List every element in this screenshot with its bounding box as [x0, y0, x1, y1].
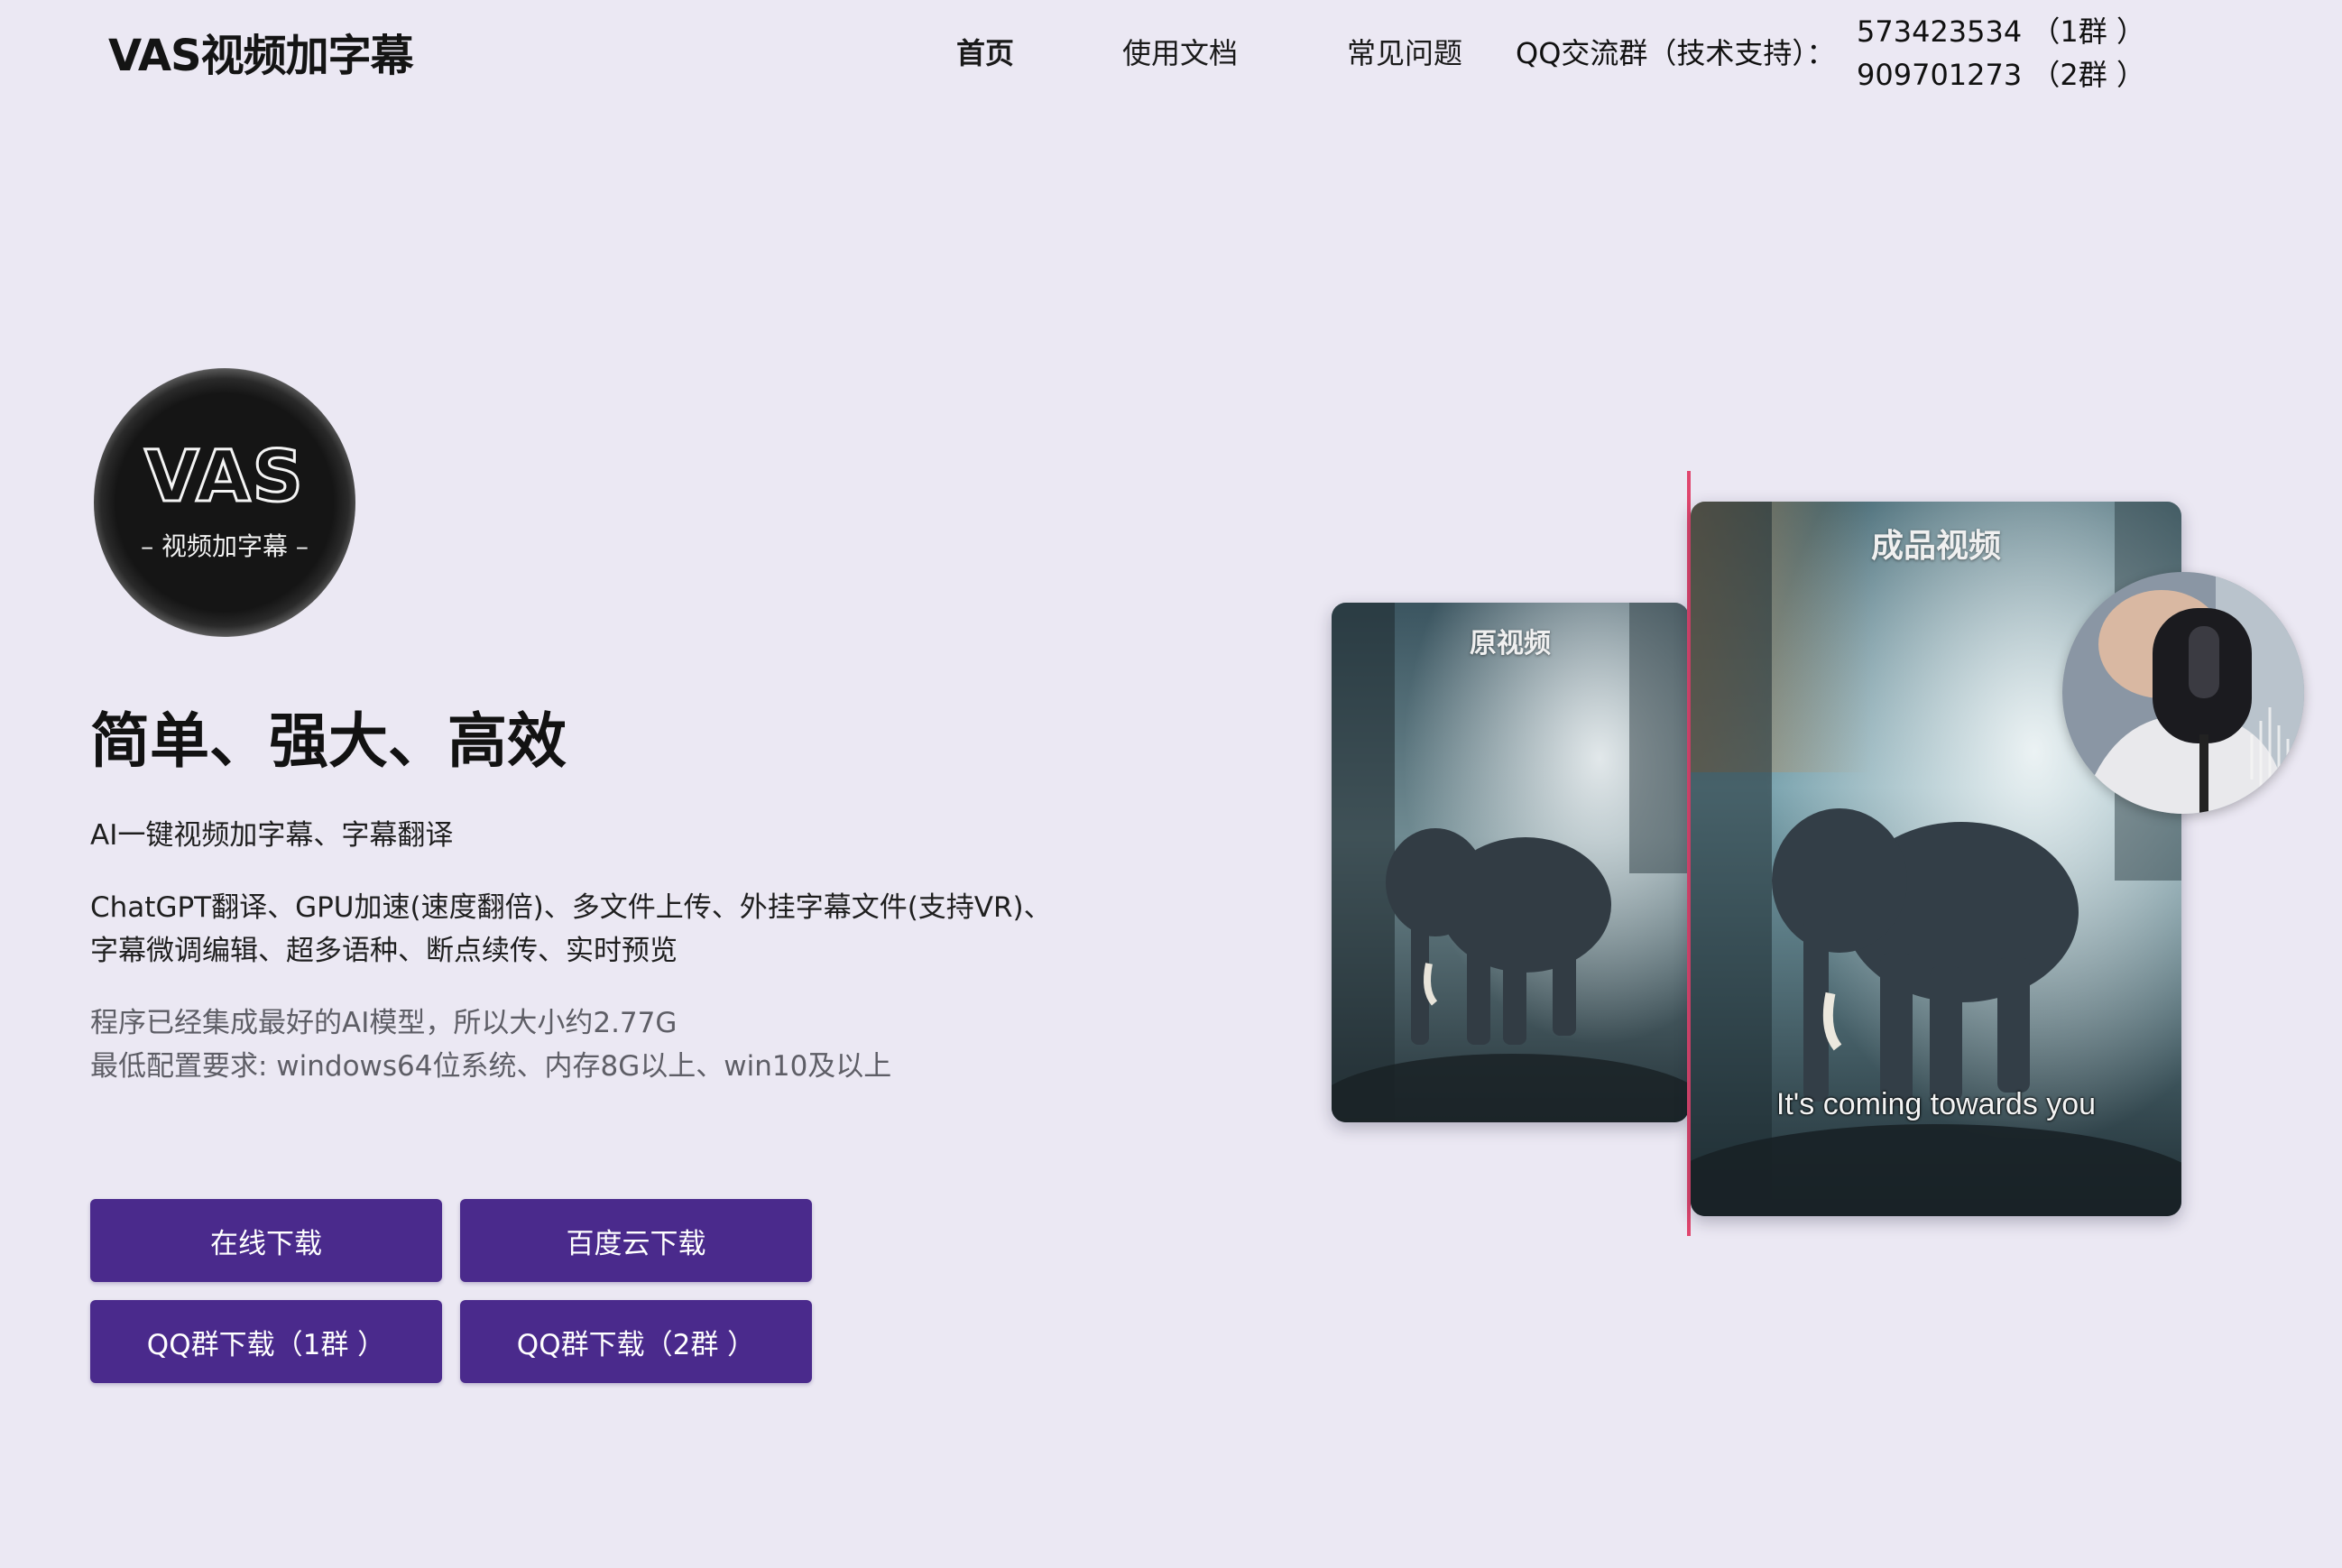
page: VAS视频加字幕 首页 使用文档 常见问题 QQ交流群（技术支持）： 57342… [0, 0, 2342, 1568]
baidu-download-button[interactable]: 百度云下载 [460, 1199, 812, 1282]
hero-title: 简单、强大、高效 [90, 706, 567, 776]
original-video-card: 原视频 [1332, 603, 1689, 1122]
vas-logo: VAS – 视频加字幕 – [94, 368, 355, 637]
video-subtitle-text: It's coming towards you [1775, 1087, 2097, 1121]
nav-docs[interactable]: 使用文档 [1122, 31, 1238, 72]
elephant-forest-image [1332, 603, 1689, 1122]
qq-group-2-download-button[interactable]: QQ群下载（2群 ） [460, 1300, 812, 1383]
qq-group-number-1: 573423534 （1群 ） [1857, 14, 2145, 49]
qq-group-number-2: 909701273 （2群 ） [1857, 58, 2145, 92]
online-download-button[interactable]: 在线下载 [90, 1199, 442, 1282]
microphone-icon [2062, 572, 2304, 814]
nav-home[interactable]: 首页 [956, 31, 1014, 72]
logo-subtitle: – 视频加字幕 – [141, 531, 309, 561]
speaker-microphone-image [2062, 572, 2304, 814]
qq-group-label: QQ交流群（技术支持）： [1516, 36, 1836, 70]
nav-faq[interactable]: 常见问题 [1347, 31, 1462, 72]
original-video-label: 原视频 [1470, 628, 1551, 659]
hero-features-line-2: 字幕微调编辑、超多语种、断点续传、实时预览 [90, 935, 678, 967]
logo-text: VAS [143, 436, 305, 520]
qq-group-1-download-button[interactable]: QQ群下载（1群 ） [90, 1300, 442, 1383]
hero-tagline: AI一键视频加字幕、字幕翻译 [90, 819, 454, 852]
site-title[interactable]: VAS视频加字幕 [108, 20, 414, 83]
hero-features-line-1: ChatGPT翻译、GPU加速(速度翻倍)、多文件上传、外挂字幕文件(支持VR)… [90, 891, 1052, 924]
hero-note-requirements: 最低配置要求: windows64位系统、内存8G以上、win10及以上 [90, 1050, 892, 1083]
result-video-label: 成品视频 [1870, 528, 2001, 565]
hero-note-size: 程序已经集成最好的AI模型，所以大小约2.77G [90, 1007, 678, 1039]
